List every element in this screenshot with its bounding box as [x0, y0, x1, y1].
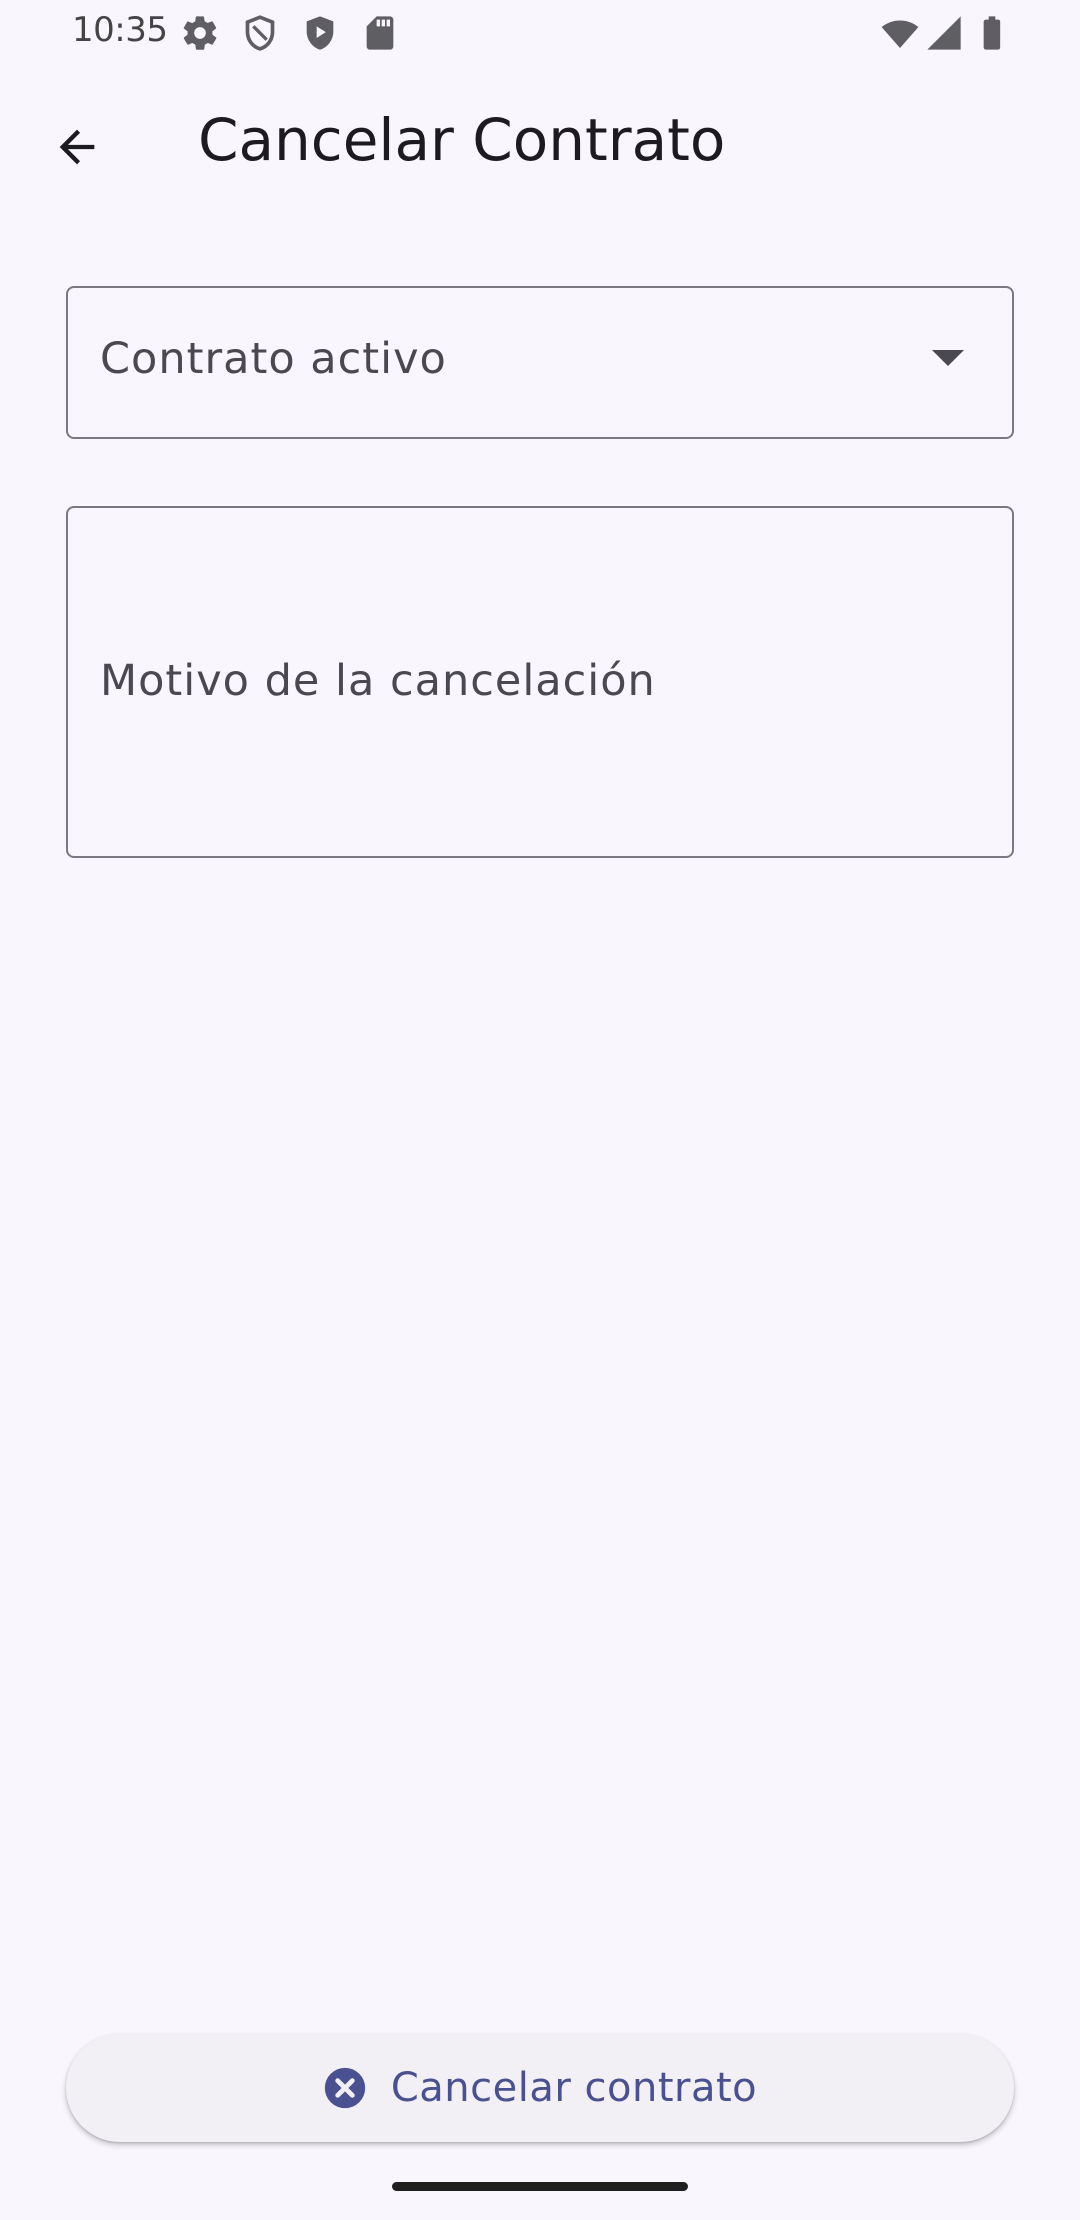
shield-outline-icon: [240, 13, 280, 53]
cancel-contract-button[interactable]: Cancelar contrato: [66, 2034, 1014, 2142]
battery-icon: [972, 13, 1012, 53]
back-button[interactable]: [40, 110, 114, 184]
app-bar: Cancelar Contrato: [0, 66, 1080, 222]
dropdown-arrow-icon: [932, 350, 964, 366]
page-title: Cancelar Contrato: [198, 106, 726, 174]
shield-play-icon: [300, 13, 340, 53]
screen: 10:35 Cancelar Contrato Contrato activo …: [0, 0, 1080, 2220]
cancellation-reason-field[interactable]: Motivo de la cancelación: [66, 506, 1014, 858]
status-time: 10:35: [72, 10, 168, 50]
arrow-back-icon: [59, 129, 95, 165]
cancellation-reason-label: Motivo de la cancelación: [100, 656, 656, 706]
status-bar: 10:35: [0, 0, 1080, 66]
wifi-icon: [880, 13, 920, 53]
cancel-contract-label: Cancelar contrato: [390, 2065, 758, 2111]
sd-card-icon: [360, 13, 400, 53]
contract-select-label: Contrato activo: [100, 334, 447, 384]
cellular-signal-icon: [924, 13, 964, 53]
cancel-circle-icon: [324, 2067, 366, 2109]
contract-select[interactable]: Contrato activo: [66, 286, 1014, 439]
gear-icon: [180, 13, 220, 53]
gesture-nav-bar[interactable]: [392, 2182, 688, 2191]
